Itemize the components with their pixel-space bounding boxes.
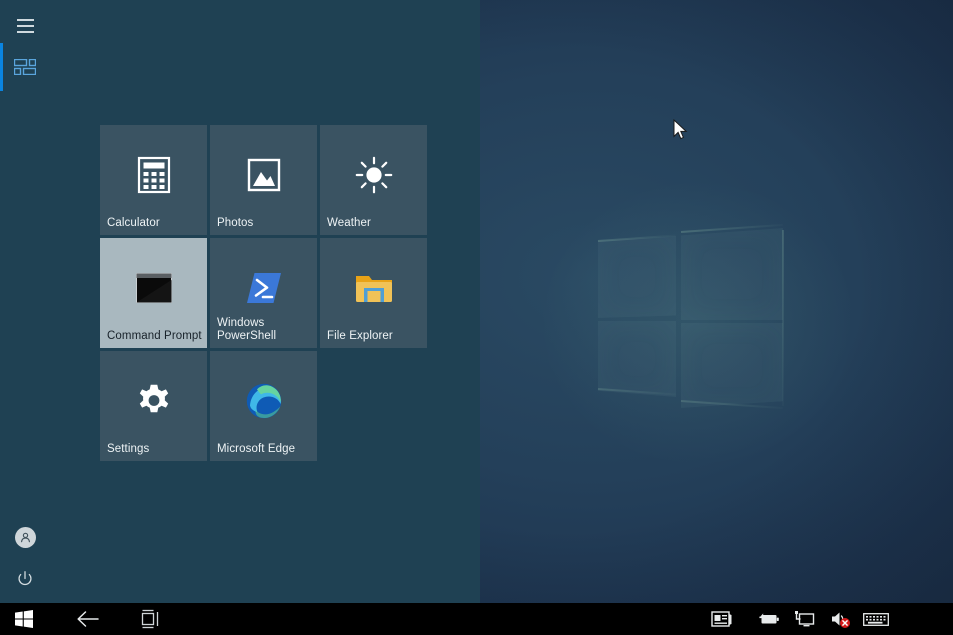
tile-label: File Explorer <box>327 330 423 343</box>
wallpaper-windows-logo <box>598 228 788 408</box>
sidebar-item-tiles[interactable] <box>0 43 50 91</box>
user-avatar-icon <box>19 531 32 544</box>
wallpaper-pane-br <box>681 323 783 408</box>
taskbar <box>0 603 953 635</box>
tile-row: Calculator Photos <box>100 125 440 235</box>
power-button[interactable] <box>0 562 50 596</box>
wallpaper-pane-tl <box>598 236 676 318</box>
tray-volume-button[interactable] <box>827 603 855 635</box>
settings-gear-icon <box>136 383 172 419</box>
tile-calculator[interactable]: Calculator <box>100 125 207 235</box>
photos-icon-wrap <box>210 151 317 199</box>
network-display-icon <box>794 610 816 628</box>
news-icon <box>711 610 733 628</box>
tile-windows-powershell[interactable]: Windows PowerShell <box>210 238 317 348</box>
speaker-muted-icon <box>830 610 852 628</box>
tray-news-button[interactable] <box>708 603 736 635</box>
weather-icon-wrap <box>320 151 427 199</box>
wallpaper-pane-tr <box>681 228 783 320</box>
keyboard-icon <box>863 612 889 627</box>
wallpaper-pane-bl <box>598 321 676 397</box>
command-prompt-icon-wrap <box>100 264 207 312</box>
photos-icon <box>247 158 281 192</box>
tray-keyboard-button[interactable] <box>862 603 890 635</box>
back-button[interactable] <box>62 603 114 635</box>
windows-logo-icon <box>15 610 33 628</box>
tile-label: Command Prompt <box>107 330 203 343</box>
power-icon <box>16 570 34 588</box>
start-button[interactable] <box>0 603 48 635</box>
tile-photos[interactable]: Photos <box>210 125 317 235</box>
tile-label: Settings <box>107 443 203 456</box>
start-menu-rail <box>0 0 50 603</box>
tile-settings[interactable]: Settings <box>100 351 207 461</box>
screen: Calculator Photos <box>0 0 953 635</box>
user-account-button[interactable] <box>0 520 50 554</box>
file-explorer-icon-wrap <box>320 264 427 312</box>
battery-icon <box>758 612 780 626</box>
microsoft-edge-icon <box>245 382 283 420</box>
file-explorer-icon <box>355 272 393 304</box>
tiles-icon <box>14 59 36 75</box>
powershell-icon <box>246 271 282 305</box>
tile-label: Microsoft Edge <box>217 443 313 456</box>
powershell-icon-wrap <box>210 264 317 312</box>
hamburger-icon <box>17 19 34 33</box>
avatar <box>15 527 36 548</box>
settings-icon-wrap <box>100 377 207 425</box>
tray-battery-button[interactable] <box>755 603 783 635</box>
weather-sun-icon <box>355 156 393 194</box>
tile-file-explorer[interactable]: File Explorer <box>320 238 427 348</box>
tile-label: Weather <box>327 217 423 230</box>
start-menu: Calculator Photos <box>0 0 480 603</box>
edge-icon-wrap <box>210 377 317 425</box>
tile-command-prompt[interactable]: Command Prompt <box>100 238 207 348</box>
tile-label: Calculator <box>107 217 203 230</box>
calculator-icon-wrap <box>100 151 207 199</box>
tile-row: Command Prompt Windows PowerShell <box>100 238 440 348</box>
tiles-grid: Calculator Photos <box>100 125 440 464</box>
command-prompt-icon <box>136 273 172 303</box>
tile-label: Windows PowerShell <box>217 317 313 343</box>
tile-label: Photos <box>217 217 313 230</box>
back-arrow-icon <box>75 609 101 629</box>
tray-network-button[interactable] <box>791 603 819 635</box>
task-view-icon <box>140 609 162 629</box>
tile-row: Settings Microsoft Edge <box>100 351 440 461</box>
calculator-icon <box>137 156 171 194</box>
tile-microsoft-edge[interactable]: Microsoft Edge <box>210 351 317 461</box>
task-view-button[interactable] <box>126 603 176 635</box>
tile-weather[interactable]: Weather <box>320 125 427 235</box>
